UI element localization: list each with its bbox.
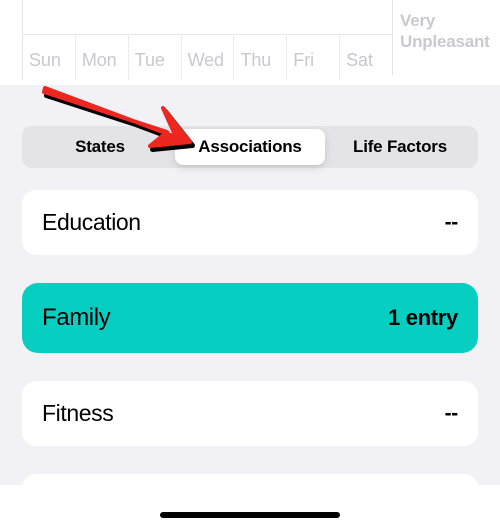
chart-day-axis: Sun Mon Tue Wed Thu Fri Sat xyxy=(22,36,392,84)
tab-associations[interactable]: Associations xyxy=(175,129,325,165)
chart-day-column: Mon xyxy=(74,36,128,84)
list-item-label: Education xyxy=(42,209,141,235)
chart-day-label: Sun xyxy=(29,49,61,70)
chart-y-axis-label-line2: Unpleasant xyxy=(400,32,490,52)
list-item-education[interactable]: Education -- xyxy=(22,190,478,255)
list-item-value: 1 entry xyxy=(387,305,458,330)
chart-axis-rule xyxy=(392,0,393,75)
chart-day-label: Wed xyxy=(187,49,224,70)
list-item-label: Fitness xyxy=(42,400,114,426)
segmented-control[interactable]: States Associations Life Factors xyxy=(22,126,478,168)
tab-states[interactable]: States xyxy=(25,129,175,165)
chart-plot-area xyxy=(22,0,392,35)
list-item-label: Family xyxy=(42,304,111,331)
mood-chart: Sun Mon Tue Wed Thu Fri Sat Very Unpleas… xyxy=(0,0,500,85)
chart-day-column: Fri xyxy=(286,36,339,84)
associations-list: Education -- Family 1 entry Fitness -- xyxy=(22,190,478,529)
chart-day-column: Sun xyxy=(22,36,75,84)
list-item-value: -- xyxy=(444,210,459,234)
chart-day-column: Sat xyxy=(339,36,392,84)
chart-y-axis-label: Very Unpleasant xyxy=(400,10,496,53)
chart-y-axis-label-line1: Very xyxy=(400,11,436,30)
chart-day-label: Thu xyxy=(240,49,272,70)
list-item-fitness[interactable]: Fitness -- xyxy=(22,381,478,446)
phone-screen: Sun Mon Tue Wed Thu Fri Sat Very Unpleas… xyxy=(0,0,500,529)
chart-day-label: Fri xyxy=(293,49,314,70)
chart-day-column: Tue xyxy=(127,36,181,84)
chart-day-column: Wed xyxy=(180,36,234,84)
home-indicator[interactable] xyxy=(160,512,340,518)
chart-day-label: Tue xyxy=(134,49,165,70)
list-item-value: -- xyxy=(444,401,459,425)
chart-day-label: Mon xyxy=(81,49,117,70)
list-item-family[interactable]: Family 1 entry xyxy=(22,283,478,353)
bottom-safe-area xyxy=(0,485,500,529)
tab-life-factors[interactable]: Life Factors xyxy=(325,129,475,165)
chart-day-label: Sat xyxy=(346,49,373,70)
chart-day-column: Thu xyxy=(233,36,286,84)
